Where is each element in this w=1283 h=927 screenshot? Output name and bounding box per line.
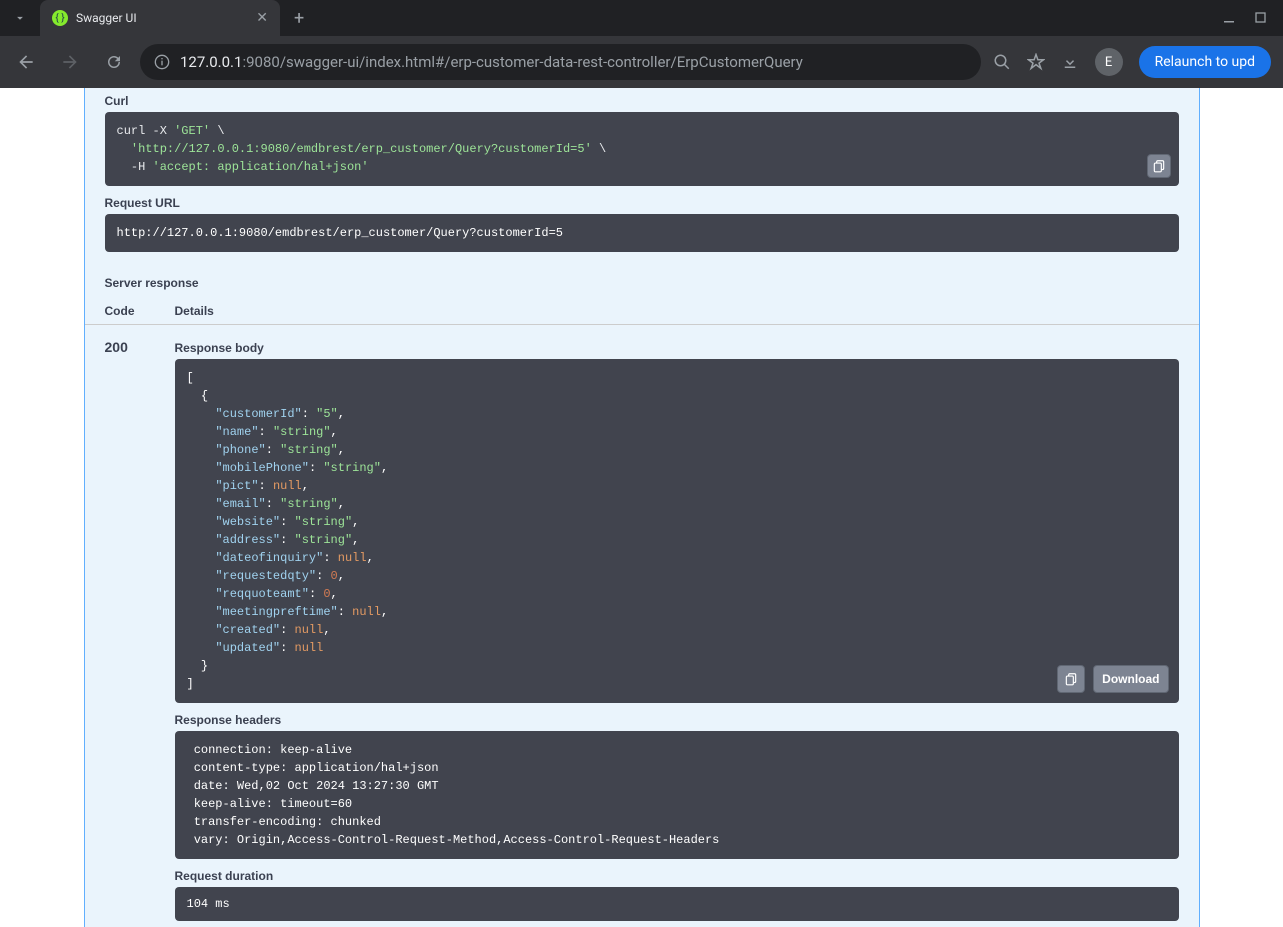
download-response-button[interactable]: Download [1093,665,1168,693]
swagger-container: Curl curl -X 'GET' \ 'http://127.0.0.1:9… [12,88,1272,927]
minimize-button[interactable] [1223,12,1235,24]
tab-close-button[interactable]: ✕ [256,10,268,26]
copy-response-button[interactable] [1057,665,1085,693]
download-icon[interactable] [1061,53,1079,71]
server-response-heading: Server response [85,268,1199,298]
clipboard-icon [1064,672,1078,686]
tab-search-dropdown[interactable] [0,0,40,36]
toolbar-right: E Relaunch to upd [989,46,1275,78]
response-row: 200 Response body [ { "customerId": "5",… [85,333,1199,927]
search-icon[interactable] [993,53,1011,71]
request-duration-label: Request duration [175,869,1179,883]
bookmark-icon[interactable] [1027,53,1045,71]
url-text: 127.0.0.1:9080/swagger-ui/index.html#/er… [180,53,803,71]
page-content: Curl curl -X 'GET' \ 'http://127.0.0.1:9… [0,88,1283,927]
response-table-header: Code Details [85,298,1199,325]
response-headers-block: connection: keep-alive content-type: app… [175,731,1179,859]
request-url-block: http://127.0.0.1:9080/emdbrest/erp_custo… [105,214,1179,252]
copy-curl-button[interactable] [1147,154,1171,178]
response-body-label: Response body [175,341,1179,355]
reload-button[interactable] [96,44,132,80]
relaunch-button[interactable]: Relaunch to upd [1139,46,1271,78]
window-controls [1223,12,1283,24]
browser-toolbar: 127.0.0.1:9080/swagger-ui/index.html#/er… [0,36,1283,88]
response-body-block: [ { "customerId": "5", "name": "string",… [175,359,1179,703]
operation-block: Curl curl -X 'GET' \ 'http://127.0.0.1:9… [84,88,1200,927]
browser-tab[interactable]: { } Swagger UI ✕ [40,0,280,36]
response-details: Response body [ { "customerId": "5", "na… [175,339,1179,921]
tab-bar: { } Swagger UI ✕ + [0,0,1283,36]
new-tab-button[interactable]: + [280,8,318,29]
details-column-header: Details [175,304,214,318]
tab-title: Swagger UI [76,11,248,25]
address-bar[interactable]: 127.0.0.1:9080/swagger-ui/index.html#/er… [140,44,981,80]
site-info-icon[interactable] [154,54,170,70]
back-button[interactable] [8,44,44,80]
clipboard-icon [1152,159,1166,173]
profile-button[interactable]: E [1095,48,1123,76]
request-duration-block: 104 ms [175,887,1179,921]
browser-chrome: { } Swagger UI ✕ + 127.0.0.1:908 [0,0,1283,88]
response-headers-label: Response headers [175,713,1179,727]
forward-button[interactable] [52,44,88,80]
maximize-button[interactable] [1255,12,1267,24]
swagger-favicon-icon: { } [52,10,68,26]
curl-label: Curl [105,94,1179,108]
request-url-label: Request URL [105,196,1179,210]
response-status-code: 200 [105,339,175,921]
code-column-header: Code [105,304,175,318]
curl-command-block: curl -X 'GET' \ 'http://127.0.0.1:9080/e… [105,112,1179,186]
chevron-down-icon [13,11,27,25]
